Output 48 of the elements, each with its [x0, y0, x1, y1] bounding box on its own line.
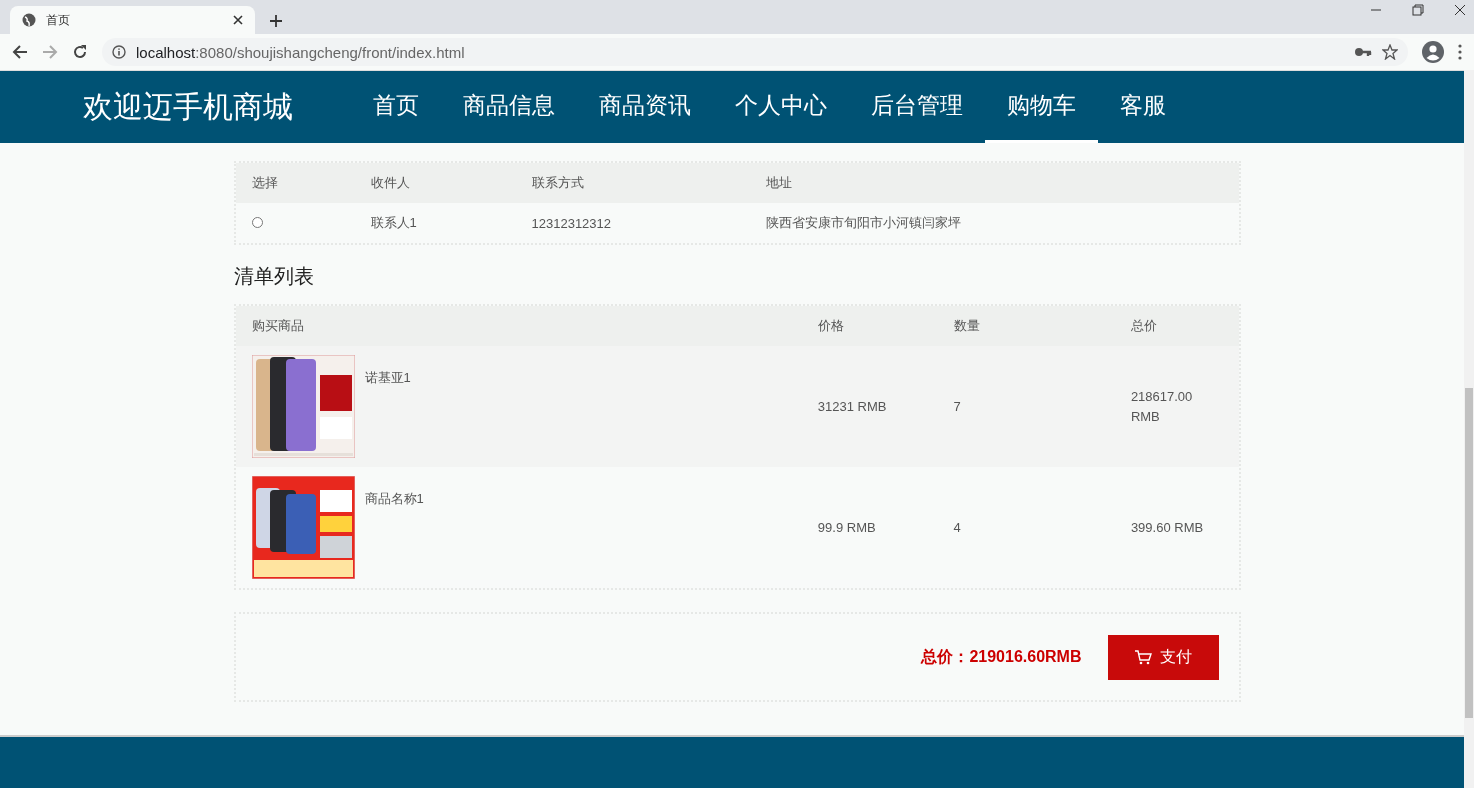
radio-button[interactable]: [251, 216, 263, 228]
menu-icon[interactable]: [1458, 44, 1462, 60]
column-header: 价格: [801, 306, 938, 346]
column-header: 购买商品: [235, 306, 802, 346]
nav-link[interactable]: 购物车: [985, 71, 1098, 143]
nav-link[interactable]: 个人中心: [713, 71, 849, 143]
reload-icon[interactable]: [72, 44, 88, 60]
product-name[interactable]: 商品名称1: [364, 490, 424, 508]
table-cell: 4: [953, 520, 961, 535]
nav-link[interactable]: 商品信息: [441, 71, 577, 143]
table-cell: 7: [953, 399, 961, 414]
info-icon: [112, 45, 126, 59]
table-cell: 12312312312: [531, 215, 612, 231]
column-header: 联系方式: [515, 163, 750, 203]
total-price: 总价：219016.60RMB: [921, 646, 1082, 667]
product-name[interactable]: 诺基亚1: [364, 369, 411, 387]
plus-icon[interactable]: [269, 14, 283, 28]
column-header: 总价: [1114, 306, 1239, 346]
url-text: localhost:8080/shoujishangcheng/front/index.html: [136, 43, 465, 61]
close-icon[interactable]: [233, 15, 243, 25]
close-icon[interactable]: [1454, 4, 1466, 16]
table-cell: 31231 RMB: [817, 399, 887, 414]
back-arrow-icon[interactable]: [12, 44, 28, 60]
cart-icon: [1134, 649, 1152, 665]
nav-link[interactable]: 后台管理: [849, 71, 985, 143]
pay-button[interactable]: 支付: [1107, 634, 1219, 680]
nav-link[interactable]: 客服: [1098, 71, 1188, 143]
nav-link[interactable]: 首页: [351, 71, 441, 143]
table-cell: 陕西省安康市旬阳市小河镇闫家坪: [765, 215, 961, 230]
column-header: 收件人: [354, 163, 516, 203]
table-cell: 联系人1: [370, 215, 417, 230]
section-title: 清单列表: [233, 265, 314, 287]
scrollbar[interactable]: [1464, 70, 1474, 788]
globe-icon: [22, 13, 36, 27]
table-cell-text: 399.60 RMB: [1130, 518, 1204, 537]
column-header: 选择: [235, 163, 355, 203]
table-cell: 99.9 RMB: [817, 520, 876, 535]
key-icon[interactable]: [1354, 46, 1372, 58]
nav-link[interactable]: 商品资讯: [577, 71, 713, 143]
browser-tab[interactable]: 首页: [10, 6, 255, 34]
table-cell-text: 218617.00 RMB: [1130, 387, 1194, 426]
column-header: 数量: [937, 306, 1115, 346]
column-header: 地址: [749, 163, 1239, 203]
profile-icon[interactable]: [1422, 41, 1444, 63]
address-bar[interactable]: localhost:8080/shoujishangcheng/front/index.html: [102, 38, 1408, 66]
restore-icon[interactable]: [1412, 4, 1424, 16]
star-icon[interactable]: [1382, 44, 1398, 60]
site-logo[interactable]: 欢迎迈手机商城: [83, 86, 293, 128]
